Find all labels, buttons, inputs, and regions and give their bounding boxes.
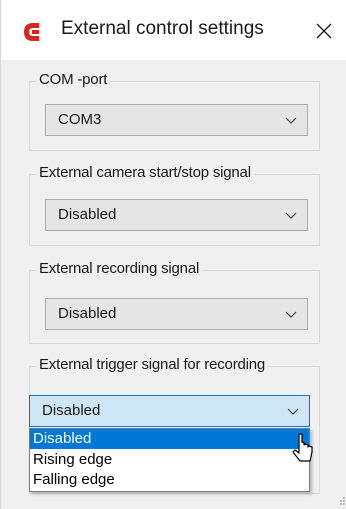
option-rising-edge[interactable]: Rising edge [30,450,309,470]
camera-start-stop-value: Disabled [58,206,117,223]
trigger-signal-select[interactable]: Disabled [29,395,310,427]
option-falling-edge[interactable]: Falling edge [30,470,309,490]
camera-start-stop-label: External camera start/stop signal [36,164,254,181]
mouse-pointer-icon [292,433,313,462]
recording-signal-value: Disabled [58,305,117,322]
external-control-settings-window: External control settings COM -port COM3… [0,0,346,509]
window-title: External control settings [61,18,264,39]
camera-start-stop-select[interactable]: Disabled [45,199,308,231]
com-port-label: COM -port [36,71,111,88]
resize-grip-icon[interactable] [338,496,346,506]
app-logo-icon [24,23,39,41]
trigger-signal-label: External trigger signal for recording [36,356,269,373]
recording-signal-select[interactable]: Disabled [45,298,308,330]
trigger-signal-options-list: Disabled Rising edge Falling edge [29,428,310,492]
close-icon [316,23,332,39]
option-disabled[interactable]: Disabled [30,429,309,449]
chevron-down-icon [285,117,297,124]
close-button[interactable] [301,10,346,52]
chevron-down-icon [287,408,299,415]
recording-signal-label: External recording signal [36,260,203,277]
com-port-value: COM3 [58,111,102,128]
chevron-down-icon [285,212,297,219]
trigger-signal-value: Disabled [42,402,101,419]
title-bar[interactable]: External control settings [1,0,346,60]
com-port-select[interactable]: COM3 [45,104,308,136]
chevron-down-icon [285,311,297,318]
